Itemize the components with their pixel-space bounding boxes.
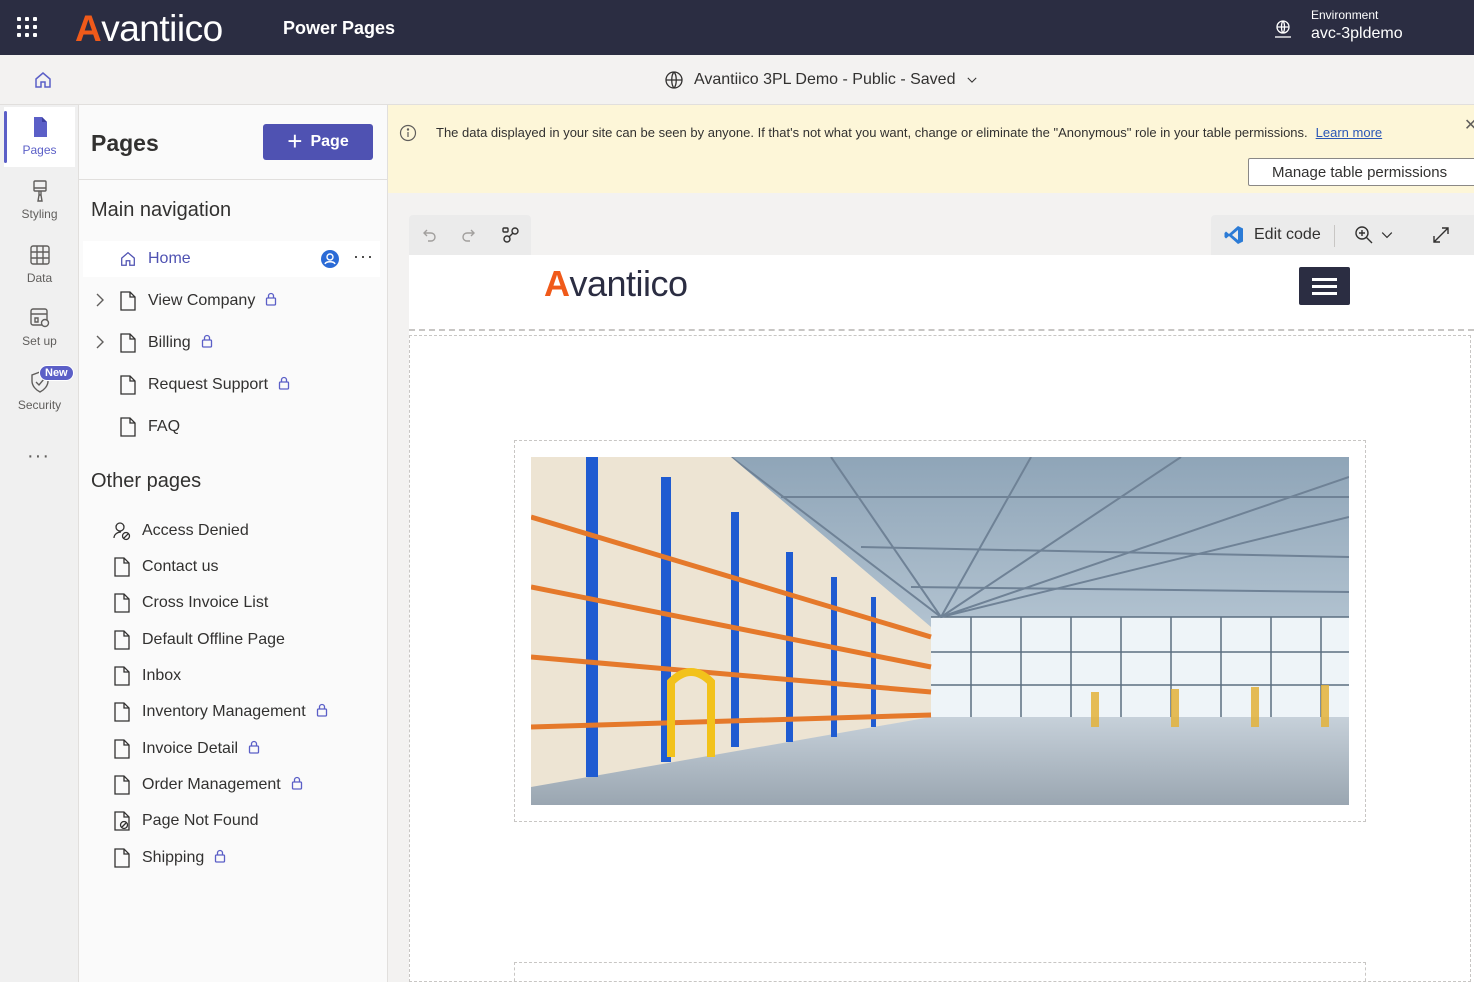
canvas-toolbar-left	[409, 215, 531, 255]
page-item-default-offline-page[interactable]: Default Offline Page	[83, 622, 380, 658]
app-launcher-icon[interactable]	[17, 17, 37, 37]
plus-icon: +	[287, 125, 303, 156]
page-item-access-denied[interactable]: Access Denied	[83, 513, 380, 549]
pages-panel: Pages + Page Main navigation Home ··· Vi…	[79, 105, 388, 982]
page-icon	[114, 848, 130, 868]
nav-item-billing[interactable]: Billing	[83, 325, 380, 361]
lock-icon	[201, 334, 212, 348]
rail-item-pages[interactable]: Pages	[4, 107, 75, 167]
lock-icon	[316, 703, 327, 717]
environment-value[interactable]: avc-3pldemo	[1311, 25, 1403, 43]
site-bar: Avantiico 3PL Demo - Public - Saved	[0, 55, 1474, 105]
image-component[interactable]	[514, 440, 1366, 822]
page-icon	[114, 557, 130, 577]
site-title-dropdown[interactable]: Avantiico 3PL Demo - Public - Saved	[664, 70, 979, 90]
permissions-banner: The data displayed in your site can be s…	[388, 105, 1474, 193]
table-icon	[29, 245, 50, 265]
rail-item-setup[interactable]: Set up	[4, 298, 75, 358]
page-item-shipping[interactable]: Shipping	[83, 840, 380, 876]
rail-item-styling[interactable]: Styling	[4, 171, 75, 231]
page-icon	[114, 630, 130, 650]
panel-title: Pages	[91, 130, 159, 156]
manage-table-permissions-button[interactable]: Manage table permissions	[1248, 158, 1474, 186]
nav-item-home[interactable]: Home ···	[83, 241, 380, 277]
banner-message: The data displayed in your site can be s…	[436, 125, 1383, 140]
page-icon	[114, 739, 130, 759]
page-error-icon	[114, 811, 130, 831]
more-options-icon[interactable]: ···	[353, 246, 374, 267]
nav-item-faq[interactable]: FAQ	[83, 409, 380, 445]
page-icon	[33, 117, 47, 137]
close-icon[interactable]: ✕	[1464, 115, 1474, 135]
image-component-next[interactable]	[514, 962, 1366, 982]
user-blocked-icon	[113, 522, 131, 541]
rail-item-security[interactable]: Security New	[4, 362, 75, 422]
page-item-order-management[interactable]: Order Management	[83, 767, 380, 803]
page-icon	[120, 417, 136, 437]
chevron-right-icon[interactable]	[93, 293, 107, 307]
environment-label: Environment	[1311, 8, 1379, 22]
page-icon	[114, 593, 130, 613]
new-badge: New	[39, 365, 74, 381]
page-section[interactable]	[409, 335, 1471, 982]
page-icon	[120, 333, 136, 353]
setup-icon	[29, 308, 49, 328]
page-item-inventory-management[interactable]: Inventory Management	[83, 694, 380, 730]
left-rail: Pages Styling Data Set up Security New ·…	[0, 105, 79, 982]
add-page-button[interactable]: + Page	[263, 124, 373, 160]
page-item-contact-us[interactable]: Contact us	[83, 549, 380, 585]
redo-icon[interactable]	[459, 225, 479, 245]
rail-item-data[interactable]: Data	[4, 235, 75, 295]
nav-item-view-company[interactable]: View Company	[83, 283, 380, 319]
vscode-icon	[1224, 226, 1243, 244]
environment-icon[interactable]	[1273, 19, 1293, 39]
page-item-invoice-detail[interactable]: Invoice Detail	[83, 731, 380, 767]
learn-more-link[interactable]: Learn more	[1316, 125, 1382, 140]
page-icon	[114, 775, 130, 795]
panel-header: Pages + Page	[79, 105, 388, 180]
page-icon	[114, 702, 130, 722]
canvas-toolbar-right: Edit code	[1211, 215, 1474, 255]
other-pages-title: Other pages	[91, 470, 202, 492]
chevron-right-icon[interactable]	[93, 335, 107, 349]
lock-icon	[266, 292, 277, 306]
nav-item-request-support[interactable]: Request Support	[83, 367, 380, 403]
menu-icon[interactable]	[1299, 267, 1350, 305]
page-icon	[114, 666, 130, 686]
expand-icon[interactable]	[1431, 225, 1451, 245]
page-item-cross-invoice-list[interactable]: Cross Invoice List	[83, 585, 380, 621]
page-item-page-not-found[interactable]: Page Not Found	[83, 803, 380, 839]
chevron-down-icon	[967, 77, 978, 83]
home-icon	[121, 251, 135, 266]
page-canvas: Avantiico	[409, 255, 1474, 982]
globe-icon	[665, 71, 683, 89]
page-icon	[120, 375, 136, 395]
lock-icon	[215, 849, 226, 863]
lock-icon	[248, 740, 260, 754]
sitemap-icon[interactable]	[501, 225, 521, 245]
site-logo[interactable]: Avantiico	[544, 263, 688, 305]
main-navigation-title: Main navigation	[91, 199, 232, 221]
app-header: Avantiico Power Pages Environment avc-3p…	[0, 0, 1474, 55]
lock-icon	[291, 776, 302, 790]
workspace: The data displayed in your site can be s…	[388, 105, 1474, 982]
paintbrush-icon	[32, 180, 47, 202]
lock-icon	[278, 376, 290, 390]
user-role-icon[interactable]	[320, 249, 340, 269]
brand-logo: Avantiico	[75, 8, 223, 49]
undo-icon[interactable]	[419, 225, 439, 245]
site-title-text: Avantiico 3PL Demo - Public - Saved	[694, 71, 956, 88]
warehouse-image[interactable]	[531, 457, 1349, 805]
site-header[interactable]: Avantiico	[409, 255, 1474, 331]
info-icon	[399, 124, 417, 142]
page-icon	[120, 291, 136, 311]
zoom-icon[interactable]	[1354, 225, 1374, 245]
toolbar-divider	[1334, 225, 1335, 247]
page-item-inbox[interactable]: Inbox	[83, 658, 380, 694]
product-name: Power Pages	[283, 18, 396, 38]
chevron-down-icon[interactable]	[1379, 225, 1395, 245]
home-icon[interactable]	[32, 69, 54, 91]
more-icon[interactable]: ···	[27, 445, 50, 468]
edit-code-button[interactable]: Edit code	[1224, 225, 1321, 245]
